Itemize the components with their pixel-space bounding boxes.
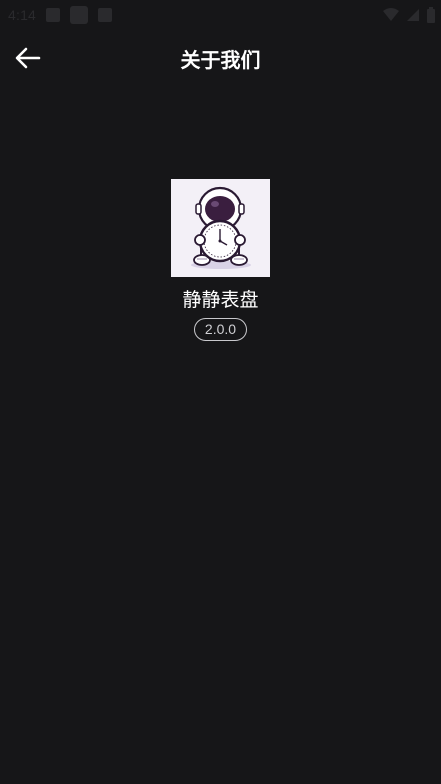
- app-name: 静静表盘: [182, 289, 259, 311]
- version-wrap: 2.0.0: [0, 318, 441, 341]
- status-right: [383, 7, 441, 23]
- signal-icon: [407, 9, 419, 21]
- astronaut-clock-logo: [171, 179, 270, 277]
- image-icon: [46, 8, 61, 22]
- battery-icon: [427, 7, 435, 23]
- status-left: 4:14: [0, 6, 113, 24]
- page-title: 关于我们: [180, 48, 261, 72]
- app-bar: 关于我们: [0, 30, 441, 86]
- app-icon: [70, 6, 89, 24]
- app-logo: [171, 179, 270, 277]
- version-badge: 2.0.0: [193, 318, 248, 341]
- wifi-icon: [383, 8, 399, 21]
- status-bar: 4:14: [0, 0, 441, 30]
- settings-icon: [98, 8, 113, 22]
- status-time: 4:14: [8, 7, 37, 23]
